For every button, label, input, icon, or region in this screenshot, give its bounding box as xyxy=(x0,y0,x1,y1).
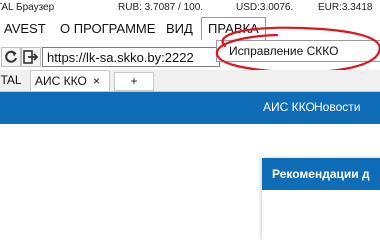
tab-portal-label: RTAL xyxy=(0,73,22,87)
site-header: АИС ККО Новости xyxy=(0,92,380,124)
recommendations-card: Рекомендации д xyxy=(262,158,380,240)
edit-dropdown-menu: Исправление СККО xyxy=(216,40,380,62)
address-bar[interactable]: https://lk-sa.skko.by:2222 xyxy=(42,47,220,67)
menu-about[interactable]: О ПРОГРАММЕ xyxy=(60,21,155,36)
menu-bar: AVEST О ПРОГРАММЕ ВИД ПРАВКА xyxy=(0,15,380,42)
tab-bar: RTAL АИС ККО × + xyxy=(0,70,380,92)
site-nav-news[interactable]: Новости xyxy=(314,100,360,114)
rub-rate: RUB: 3.7087 / 100. xyxy=(118,2,204,13)
refresh-icon xyxy=(5,50,17,63)
usd-rate: USD:3.0076. xyxy=(236,2,294,13)
tab-ais-kko-label: АИС ККО xyxy=(35,74,87,88)
menu-avest[interactable]: AVEST xyxy=(4,21,46,36)
menu-edit[interactable]: ПРАВКА xyxy=(201,17,266,40)
title-bar: TAL Браузер RUB: 3.7087 / 100. USD:3.007… xyxy=(0,0,380,15)
menu-item-fix-skko[interactable]: Исправление СККО xyxy=(229,41,338,61)
refresh-button[interactable] xyxy=(1,47,21,67)
recommendations-title: Рекомендации д xyxy=(262,158,380,190)
login-button[interactable] xyxy=(21,47,41,67)
close-icon[interactable]: × xyxy=(93,71,100,92)
app-title: TAL Браузер xyxy=(0,2,55,13)
nav-toolbar: https://lk-sa.skko.by:2222 xyxy=(0,44,220,70)
eur-rate: EUR:3.3418 xyxy=(318,2,373,13)
tab-portal[interactable]: RTAL xyxy=(0,70,28,91)
tab-ais-kko[interactable]: АИС ККО × xyxy=(30,70,110,91)
login-icon xyxy=(23,50,39,64)
new-tab-button[interactable]: + xyxy=(114,72,154,91)
site-nav-title[interactable]: АИС ККО xyxy=(263,100,315,114)
menu-view[interactable]: ВИД xyxy=(166,21,193,36)
